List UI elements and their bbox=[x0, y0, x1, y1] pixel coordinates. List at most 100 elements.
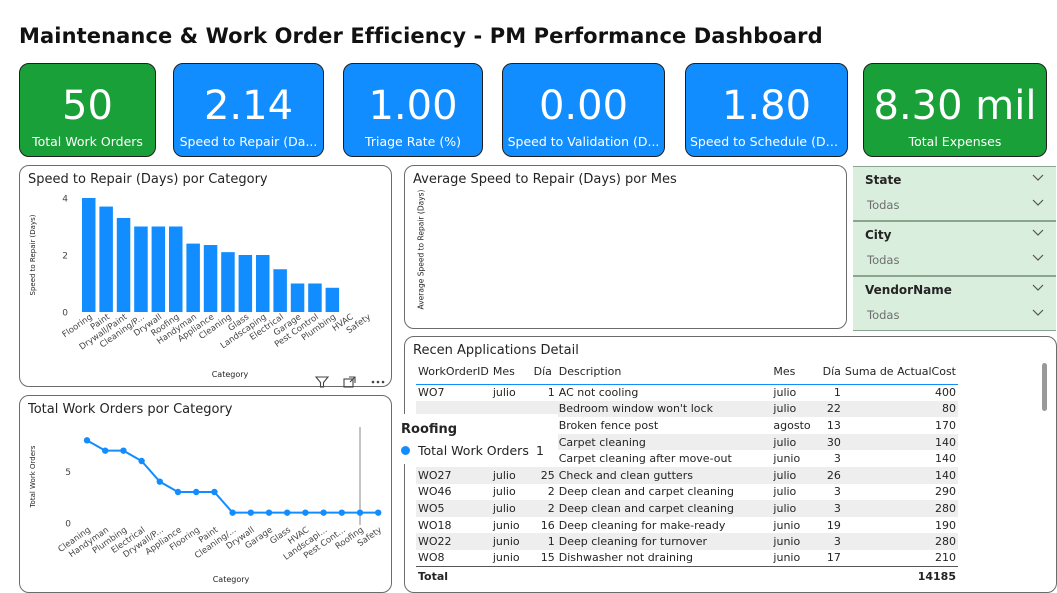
column-header[interactable]: Suma de ActualCost bbox=[842, 360, 958, 385]
table-cell: WO22 bbox=[416, 533, 491, 550]
tooltip-category: Roofing bbox=[401, 422, 458, 437]
table-cell: Carpet cleaning bbox=[556, 433, 772, 451]
kpi-card-speed-to-repair[interactable]: 2.14 Speed to Repair (Da... bbox=[173, 63, 324, 157]
table-cell: 26 bbox=[816, 466, 843, 484]
slicer-value: Todas bbox=[867, 198, 900, 212]
bar bbox=[82, 198, 96, 312]
more-options-icon[interactable] bbox=[371, 380, 385, 384]
kpi-value: 1.00 bbox=[368, 83, 458, 129]
column-header[interactable]: Día bbox=[816, 360, 843, 385]
detail-table: WorkOrderID Mes Día Description Mes Día … bbox=[416, 360, 958, 586]
table-cell: WO7 bbox=[418, 386, 445, 400]
legend-dot-icon bbox=[401, 446, 410, 455]
y-axis-label: Speed to Repair (Days) bbox=[29, 214, 37, 295]
table-cell: Deep clean and carpet cleaning bbox=[558, 485, 734, 499]
column-header[interactable]: WorkOrderID bbox=[416, 360, 491, 385]
kpi-card-total-work-orders[interactable]: 50 Total Work Orders bbox=[19, 63, 156, 157]
slicer-label: City bbox=[865, 228, 892, 242]
data-point bbox=[83, 437, 91, 444]
kpi-value: 0.00 bbox=[538, 83, 629, 129]
slicer-vendor-name[interactable]: VendorName Todas bbox=[853, 276, 1056, 331]
table-cell: julio bbox=[771, 433, 817, 451]
bar bbox=[256, 255, 270, 312]
table-cell: 400 bbox=[935, 386, 956, 400]
chevron-down-icon[interactable] bbox=[1032, 309, 1044, 317]
table-row[interactable]: WO27 julio 25 Check and clean gutters julio 2… bbox=[416, 466, 958, 484]
bar-chart: 024Speed to Repair (Days)FlooringPaintDr… bbox=[29, 195, 373, 380]
table-cell: 210 bbox=[935, 551, 956, 565]
table-cell: Deep clean and carpet cleaning bbox=[556, 500, 772, 517]
column-header[interactable]: Mes bbox=[490, 360, 532, 385]
table-cell: julio bbox=[771, 500, 817, 517]
table-cell: AC not cooling bbox=[558, 386, 639, 400]
data-point bbox=[320, 509, 327, 516]
total-label: Total bbox=[416, 566, 491, 586]
y-tick-label: 2 bbox=[62, 252, 68, 262]
chevron-down-icon[interactable] bbox=[1032, 199, 1044, 207]
table-cell: 80 bbox=[842, 400, 958, 418]
table-cell: WO18 bbox=[418, 518, 452, 532]
total-value: 14185 bbox=[842, 566, 958, 586]
data-point bbox=[356, 509, 364, 516]
y-axis-label: Total Work Orders bbox=[29, 445, 37, 508]
table-cell: WO27 bbox=[416, 466, 491, 484]
table-cell: julio bbox=[492, 485, 516, 499]
table-cell: Dishwasher not draining bbox=[558, 551, 693, 565]
table-row[interactable]: WO7 julio 1 AC not cooling julio 1 400 bbox=[416, 384, 958, 401]
kpi-card-speed-to-validation[interactable]: 0.00 Speed to Validation (D... bbox=[502, 63, 665, 157]
table-cell: Carpet cleaning after move-out bbox=[558, 452, 732, 466]
x-axis-label: Category bbox=[213, 575, 250, 584]
chevron-down-icon[interactable] bbox=[1032, 254, 1044, 262]
bar bbox=[99, 206, 113, 312]
table-cell: Deep cleaning for turnover bbox=[556, 533, 772, 550]
table-row[interactable]: WO5 julio 2 Deep clean and carpet cleaning j… bbox=[416, 500, 958, 517]
bar bbox=[186, 243, 200, 312]
table-cell: 1 bbox=[547, 386, 555, 400]
slicer-state[interactable]: State Todas bbox=[853, 166, 1056, 221]
table-cell: julio bbox=[492, 386, 516, 400]
bar bbox=[169, 226, 183, 312]
column-header[interactable]: Description bbox=[556, 360, 772, 385]
data-point bbox=[156, 478, 163, 485]
table-cell: 2 bbox=[531, 500, 557, 517]
table-cell: 140 bbox=[935, 452, 956, 466]
table-cell: 1 bbox=[833, 386, 841, 400]
chevron-down-icon[interactable] bbox=[1032, 229, 1044, 237]
filter-icon[interactable] bbox=[314, 376, 330, 388]
slicer-city[interactable]: City Todas bbox=[853, 221, 1056, 276]
month-chart-panel[interactable]: Average Speed to Repair (Days) por Mes A… bbox=[404, 165, 847, 329]
column-header[interactable]: Día bbox=[531, 360, 557, 385]
column-header[interactable]: Mes bbox=[771, 360, 817, 385]
table-row[interactable]: WO8 junio 15 Dishwasher not draining junio 17… bbox=[416, 550, 958, 567]
chevron-down-icon[interactable] bbox=[1032, 174, 1044, 182]
table-cell: 19 bbox=[826, 518, 841, 532]
slicer-label: State bbox=[865, 173, 902, 187]
table-row[interactable]: WO46 julio 2 Deep clean and carpet cleaning… bbox=[416, 484, 958, 501]
tooltip-value: 1 bbox=[536, 443, 544, 458]
bar bbox=[221, 252, 235, 312]
kpi-card-total-expenses[interactable]: 8.30 mil Total Expenses bbox=[863, 63, 1047, 157]
table-cell: 280 bbox=[842, 500, 958, 517]
series-line bbox=[86, 439, 379, 514]
table-cell: 3 bbox=[816, 533, 843, 550]
table-row[interactable]: WO18 junio 16 Deep cleaning for make-ready j… bbox=[416, 517, 958, 534]
scrollbar[interactable] bbox=[1042, 363, 1047, 411]
kpi-label: Total Expenses bbox=[908, 134, 1002, 149]
kpi-card-speed-to-schedule[interactable]: 1.80 Speed to Schedule (Da... bbox=[685, 63, 848, 157]
table-row[interactable]: WO22 junio 1 Deep cleaning for turnover juni… bbox=[416, 533, 958, 550]
bar bbox=[116, 217, 131, 312]
month-chart-ylabel: Average Speed to Repair (Days) bbox=[416, 189, 426, 310]
table-cell: 2 bbox=[547, 485, 555, 499]
y-tick-label: 0 bbox=[65, 520, 71, 530]
data-point bbox=[265, 509, 273, 516]
focus-mode-icon[interactable] bbox=[343, 376, 356, 388]
kpi-label: Triage Rate (%) bbox=[365, 134, 461, 149]
detail-table-title: Recen Applications Detail bbox=[413, 343, 579, 358]
bar bbox=[290, 283, 305, 312]
table-cell: 190 bbox=[935, 518, 956, 532]
y-tick-label: 0 bbox=[62, 309, 68, 319]
table-cell: Bedroom window won't lock bbox=[556, 400, 772, 418]
kpi-card-triage-rate[interactable]: 1.00 Triage Rate (%) bbox=[343, 63, 483, 157]
bar bbox=[134, 226, 148, 312]
chevron-down-icon[interactable] bbox=[1032, 284, 1044, 292]
